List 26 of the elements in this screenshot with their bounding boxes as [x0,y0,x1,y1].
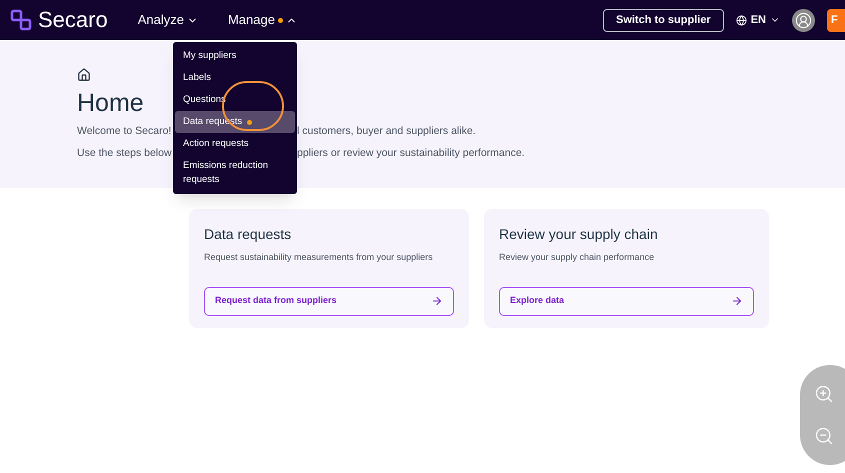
card-title: Data requests [204,225,292,244]
menu-item[interactable]: Labels [175,67,295,89]
page-title: Home [77,91,144,116]
card-title: Review your supply chain [499,225,659,244]
card-action-button[interactable]: Explore data [499,286,754,316]
card-description: Request sustainability measurements from your suppliers [204,251,434,264]
intro-text: ppliers or review your sustainability performance. [297,146,525,161]
globe-icon [736,14,747,26]
menu-item[interactable]: My suppliers [175,45,295,67]
card-action-button[interactable]: Request data from suppliers [204,286,454,316]
menu-item[interactable]: Action requests [175,133,295,155]
arrow-right-icon [731,295,743,307]
logo-icon [10,9,32,31]
switch-button[interactable]: Switch to supplier [602,8,724,32]
arrow-right-icon [431,295,443,307]
intro-text: l customers, buyer and suppliers alike. [297,124,476,139]
language-selector[interactable]: EN [736,12,780,28]
home-icon[interactable] [77,68,91,82]
logo-text: Secaro [38,9,108,31]
card-description: Review your supply chain performance [499,251,656,264]
menu-item[interactable]: Emissions reduction requests [175,155,295,191]
intro-text: Welcome to Secaro! [77,124,172,139]
intro-text: Use the steps below [77,146,173,161]
avatar-icon[interactable] [792,8,815,32]
nav-menu[interactable]: Manage [228,10,297,30]
nav-menu[interactable]: Analyze [138,10,198,30]
